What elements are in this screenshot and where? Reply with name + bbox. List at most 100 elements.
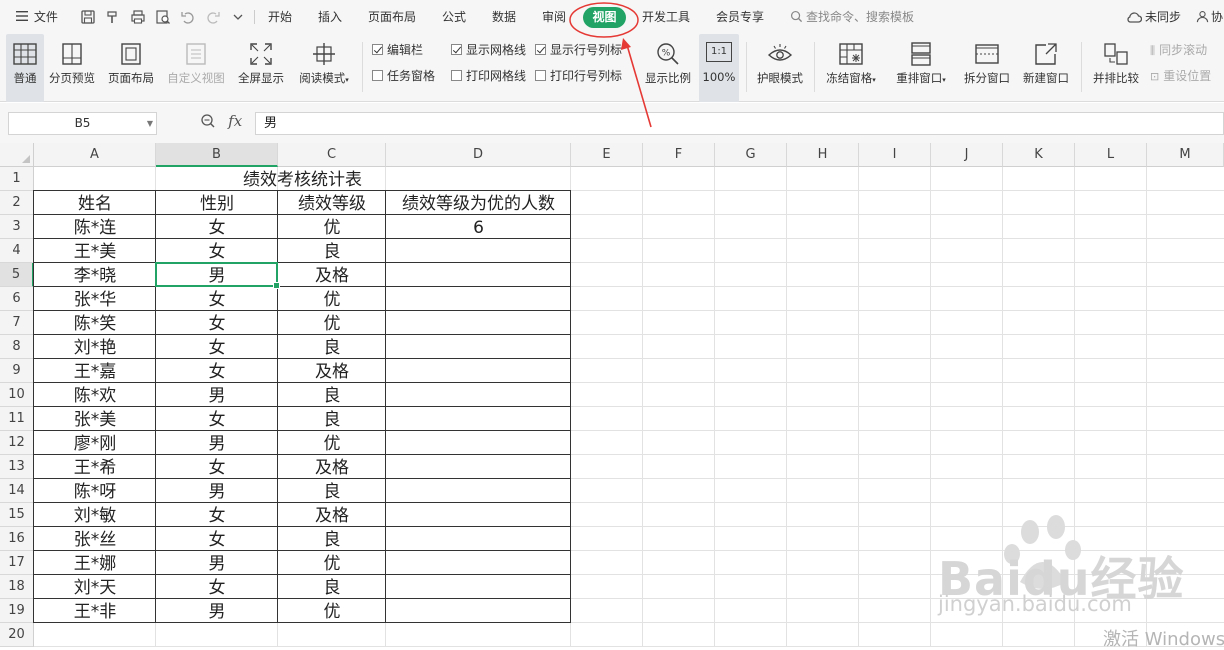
cell-count[interactable]: 6	[386, 215, 571, 239]
cell-grade[interactable]: 及格	[278, 359, 386, 383]
eye-protection-button[interactable]: 护眼模式	[752, 34, 808, 102]
arrange-windows-button[interactable]: 重排窗口▾	[890, 34, 952, 102]
select-all-corner[interactable]	[0, 143, 34, 167]
format-painter-icon[interactable]	[105, 9, 121, 25]
cell-gender[interactable]: 女	[156, 407, 278, 431]
name-box[interactable]: B5 ▼	[8, 112, 157, 135]
cell-grade[interactable]: 优	[278, 431, 386, 455]
cell-gender[interactable]: 男	[156, 479, 278, 503]
cell-name[interactable]: 刘*艳	[34, 335, 156, 359]
row-header-13[interactable]: 13	[0, 455, 34, 479]
cell-grade[interactable]: 及格	[278, 263, 386, 287]
freeze-panes-dropdown-icon[interactable]: ▾	[872, 76, 876, 84]
cell-gender[interactable]: 女	[156, 287, 278, 311]
column-header-g[interactable]: G	[715, 143, 787, 167]
row-header-2[interactable]: 2	[0, 191, 34, 215]
cell-name[interactable]: 陈*呀	[34, 479, 156, 503]
command-search[interactable]: 查找命令、搜索模板	[790, 7, 914, 27]
headings-checkbox[interactable]: 显示行号列标	[535, 42, 622, 58]
row-header-11[interactable]: 11	[0, 407, 34, 431]
cell-name[interactable]: 廖*刚	[34, 431, 156, 455]
cell-grade[interactable]: 良	[278, 239, 386, 263]
cell-gender[interactable]: 女	[156, 359, 278, 383]
tab-developer[interactable]: 开发工具	[642, 0, 690, 34]
cell-gender[interactable]: 男	[156, 431, 278, 455]
row-header-18[interactable]: 18	[0, 575, 34, 599]
cell-name[interactable]: 王*嘉	[34, 359, 156, 383]
cell-gender[interactable]: 女	[156, 503, 278, 527]
cell-name[interactable]: 刘*天	[34, 575, 156, 599]
cell-name[interactable]: 陈*欢	[34, 383, 156, 407]
cell-gender[interactable]: 男	[156, 551, 278, 575]
cell-grade[interactable]: 良	[278, 479, 386, 503]
redo-icon[interactable]	[205, 9, 221, 25]
file-menu[interactable]: 文件	[14, 0, 58, 34]
cell-gender[interactable]: 女	[156, 239, 278, 263]
print-gridlines-checkbox[interactable]: 打印网格线	[451, 68, 526, 84]
tab-review[interactable]: 审阅	[542, 0, 566, 34]
cell-name[interactable]: 李*晓	[34, 263, 156, 287]
cell-grade[interactable]: 优	[278, 599, 386, 623]
row-header-20[interactable]: 20	[0, 623, 34, 647]
row-header-10[interactable]: 10	[0, 383, 34, 407]
cell-gender[interactable]: 男	[156, 599, 278, 623]
row-header-1[interactable]: 1	[0, 167, 34, 191]
cell-name[interactable]: 王*娜	[34, 551, 156, 575]
column-header-l[interactable]: L	[1075, 143, 1147, 167]
page-break-preview-button[interactable]: 分页预览	[46, 34, 98, 102]
cell-grade[interactable]: 良	[278, 407, 386, 431]
cell-grade[interactable]: 优	[278, 311, 386, 335]
reset-position-button[interactable]: ⊡ 重设位置	[1150, 68, 1211, 84]
column-header-b[interactable]: B	[156, 143, 278, 167]
zoom-button[interactable]: % 显示比例	[640, 34, 696, 102]
column-header-k[interactable]: K	[1003, 143, 1075, 167]
column-header-d[interactable]: D	[386, 143, 571, 167]
cell-gender[interactable]: 女	[156, 215, 278, 239]
cell-gender[interactable]: 男	[156, 383, 278, 407]
freeze-panes-button[interactable]: 冻结窗格▾	[820, 34, 882, 102]
cell-gender[interactable]: 女	[156, 527, 278, 551]
name-box-dropdown-icon[interactable]: ▼	[147, 113, 153, 134]
print-headings-checkbox[interactable]: 打印行号列标	[535, 68, 622, 84]
cell-grade[interactable]: 优	[278, 287, 386, 311]
cell-grade[interactable]: 及格	[278, 503, 386, 527]
column-header-i[interactable]: I	[859, 143, 931, 167]
cell-name[interactable]: 陈*笑	[34, 311, 156, 335]
save-icon[interactable]	[80, 9, 96, 25]
cell-name[interactable]: 王*希	[34, 455, 156, 479]
cell-name[interactable]: 王*美	[34, 239, 156, 263]
chevron-down-icon[interactable]	[230, 9, 246, 25]
formula-bar-checkbox[interactable]: 编辑栏	[372, 42, 423, 58]
column-header-m[interactable]: M	[1147, 143, 1224, 167]
row-header-14[interactable]: 14	[0, 479, 34, 503]
cell-name[interactable]: 张*华	[34, 287, 156, 311]
cell-name[interactable]: 张*丝	[34, 527, 156, 551]
cell-grade[interactable]: 良	[278, 335, 386, 359]
row-header-17[interactable]: 17	[0, 551, 34, 575]
cell-gender[interactable]: 女	[156, 455, 278, 479]
full-screen-button[interactable]: 全屏显示	[234, 34, 288, 102]
row-header-6[interactable]: 6	[0, 287, 34, 311]
column-header-c[interactable]: C	[278, 143, 386, 167]
zoom-search-icon[interactable]	[200, 113, 216, 129]
tab-view[interactable]: 视图	[583, 7, 626, 28]
column-header-h[interactable]: H	[787, 143, 859, 167]
cell-grade[interactable]: 良	[278, 527, 386, 551]
print-icon[interactable]	[130, 9, 146, 25]
sync-scroll-button[interactable]: ⫼ 同步滚动	[1150, 42, 1207, 58]
column-header-e[interactable]: E	[571, 143, 643, 167]
header-excellent-count[interactable]: 绩效等级为优的人数	[386, 191, 571, 215]
page-layout-view-button[interactable]: 页面布局	[104, 34, 158, 102]
cell-grade[interactable]: 优	[278, 215, 386, 239]
cell-grade[interactable]: 良	[278, 575, 386, 599]
task-pane-checkbox[interactable]: 任务窗格	[372, 68, 435, 84]
normal-view-button[interactable]: 普通	[6, 34, 44, 102]
column-header-f[interactable]: F	[643, 143, 715, 167]
custom-view-button[interactable]: 自定义视图	[164, 34, 228, 102]
sync-status[interactable]: 未同步	[1126, 0, 1181, 34]
cell-gender[interactable]: 女	[156, 575, 278, 599]
cell-grade[interactable]: 优	[278, 551, 386, 575]
row-header-16[interactable]: 16	[0, 527, 34, 551]
cell-name[interactable]: 王*非	[34, 599, 156, 623]
cell-gender[interactable]: 男	[156, 263, 278, 287]
